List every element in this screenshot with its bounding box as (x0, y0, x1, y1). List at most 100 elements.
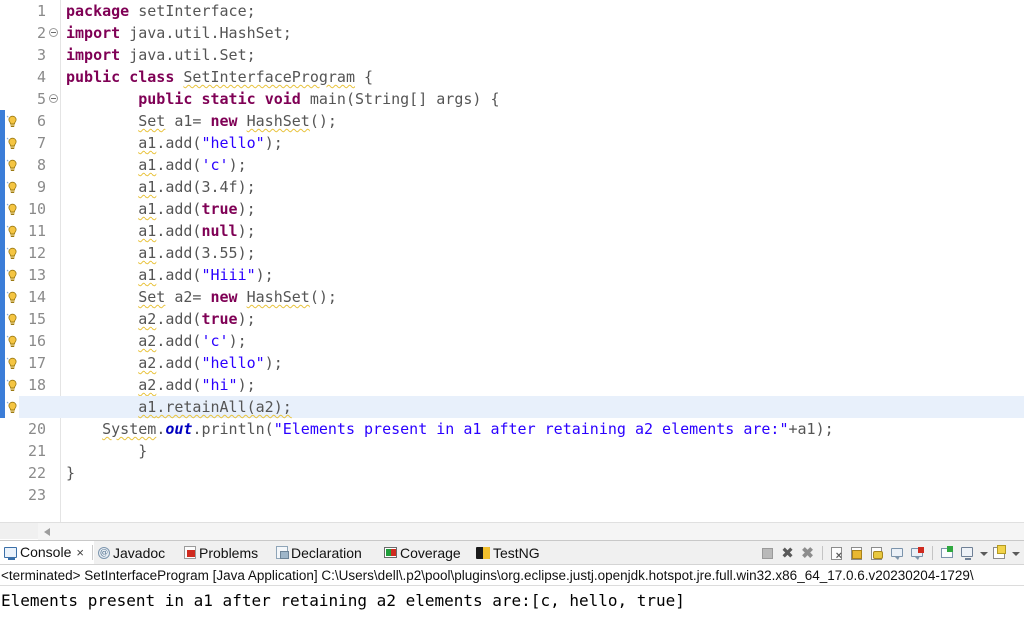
code-line[interactable]: a2.add("hello"); (61, 352, 283, 374)
warning-marker-icon[interactable] (6, 401, 19, 414)
code-line[interactable]: public class SetInterfaceProgram { (61, 66, 373, 88)
code-text-area[interactable]: package setInterface; import java.util.Ha… (61, 0, 1024, 522)
tab-divider (92, 545, 93, 560)
scroll-lock-icon[interactable] (849, 545, 866, 562)
console-icon (4, 546, 17, 560)
tab-label: Declaration (291, 544, 362, 561)
show-console-on-error-icon[interactable] (909, 545, 926, 562)
warning-marker-icon[interactable] (6, 159, 19, 172)
warning-marker-icon[interactable] (6, 357, 19, 370)
folding-ruler[interactable] (48, 0, 60, 522)
code-line[interactable]: import java.util.HashSet; (61, 22, 292, 44)
warning-marker-icon[interactable] (6, 225, 19, 238)
declaration-icon (276, 546, 289, 559)
open-console-icon[interactable] (991, 544, 1008, 562)
code-token: a2 (138, 354, 157, 372)
code-token: { (355, 68, 374, 86)
warning-marker-icon[interactable] (6, 335, 19, 348)
javadoc-icon: @ (98, 546, 110, 559)
open-console-dropdown-icon[interactable] (1011, 545, 1020, 562)
code-token: HashSet (246, 288, 310, 306)
tab-javadoc[interactable]: @ Javadoc (94, 541, 180, 564)
coverage-icon (384, 547, 397, 558)
code-line[interactable]: a2.add(true); (61, 308, 255, 330)
code-token: .add( (156, 332, 202, 350)
scrollbar-track[interactable] (38, 523, 1024, 540)
console-output-text[interactable]: Elements present in a1 after retaining a… (0, 587, 1024, 643)
fold-collapse-icon[interactable] (49, 94, 58, 103)
code-line[interactable]: a2.add('c'); (61, 330, 246, 352)
code-line[interactable]: a1.add(3.4f); (61, 176, 255, 198)
code-line[interactable]: a1.add(null); (61, 220, 255, 242)
code-line[interactable]: a1.add("hello"); (61, 132, 283, 154)
tab-close-icon[interactable]: × (76, 545, 84, 560)
display-selected-console-icon[interactable] (959, 545, 976, 562)
console-toolbar[interactable]: ✖ ✖ (759, 543, 1020, 563)
tab-problems[interactable]: Problems (180, 541, 272, 564)
remove-launch-icon[interactable]: ✖ (779, 545, 796, 562)
pin-console-icon[interactable] (939, 545, 956, 562)
line-number: 18 (27, 376, 46, 394)
code-token: a1 (138, 244, 157, 262)
marker-gutter[interactable] (5, 0, 19, 522)
console-process-label: <terminated> SetInterfaceProgram [Java A… (0, 565, 1024, 586)
code-token: a1 (138, 156, 157, 174)
tab-declaration[interactable]: Declaration (272, 541, 380, 564)
warning-marker-icon[interactable] (6, 181, 19, 194)
fold-collapse-icon[interactable] (49, 28, 58, 37)
remove-all-terminated-icon[interactable]: ✖ (799, 545, 816, 562)
code-token: .add( (156, 376, 202, 394)
tab-label: Console (20, 544, 72, 560)
terminate-icon[interactable] (759, 545, 776, 562)
word-wrap-icon[interactable] (869, 545, 886, 562)
code-line[interactable]: a1.retainAll(a2); (61, 396, 1024, 418)
code-line[interactable]: Set a2= new HashSet(); (61, 286, 337, 308)
code-line[interactable]: a1.add(true); (61, 198, 255, 220)
code-token: a1= (165, 112, 211, 130)
code-token: (); (309, 112, 337, 130)
code-line[interactable]: a2.add("hi"); (61, 374, 255, 396)
code-token: package (66, 2, 130, 20)
warning-marker-icon[interactable] (6, 379, 19, 392)
code-line[interactable]: } (61, 462, 75, 484)
line-number: 16 (27, 332, 46, 350)
display-console-dropdown-icon[interactable] (979, 545, 988, 562)
code-line[interactable] (61, 484, 66, 506)
code-token: (); (309, 288, 337, 306)
console-view[interactable]: Console × @ Javadoc Problems Declaration Cover… (0, 540, 1024, 643)
warning-marker-icon[interactable] (6, 247, 19, 260)
code-editor[interactable]: 1234567891011121314151617181920212223 pa… (0, 0, 1024, 522)
scroll-left-arrow-icon[interactable] (38, 523, 55, 540)
code-line[interactable]: Set a1= new HashSet(); (61, 110, 337, 132)
tab-label: Coverage (400, 544, 461, 561)
code-line[interactable]: } (61, 440, 147, 462)
warning-marker-icon[interactable] (6, 313, 19, 326)
warning-marker-icon[interactable] (6, 203, 19, 216)
tab-testng[interactable]: TestNG (472, 541, 552, 564)
editor-horizontal-scrollbar[interactable] (0, 522, 1024, 540)
tab-coverage[interactable]: Coverage (380, 541, 472, 564)
code-line[interactable]: System.out.println("Elements present in … (61, 418, 834, 440)
code-line[interactable]: a1.add(3.55); (61, 242, 255, 264)
code-line[interactable]: public static void main(String[] args) { (61, 88, 499, 110)
code-line[interactable]: import java.util.Set; (61, 44, 256, 66)
warning-marker-icon[interactable] (6, 291, 19, 304)
show-console-on-output-icon[interactable] (889, 545, 906, 562)
code-line[interactable]: a1.add('c'); (61, 154, 246, 176)
warning-marker-icon[interactable] (6, 269, 19, 282)
code-token: ); (264, 134, 283, 152)
warning-marker-icon[interactable] (6, 115, 19, 128)
tab-console[interactable]: Console × (0, 541, 94, 564)
code-line[interactable]: package setInterface; (61, 0, 256, 22)
code-token: .add( (156, 266, 202, 284)
code-token: Set (138, 112, 166, 130)
clear-console-icon[interactable] (829, 545, 846, 562)
warning-marker-icon[interactable] (6, 137, 19, 150)
code-line[interactable]: a1.add("Hiii"); (61, 264, 273, 286)
code-token: .add( (156, 354, 202, 372)
